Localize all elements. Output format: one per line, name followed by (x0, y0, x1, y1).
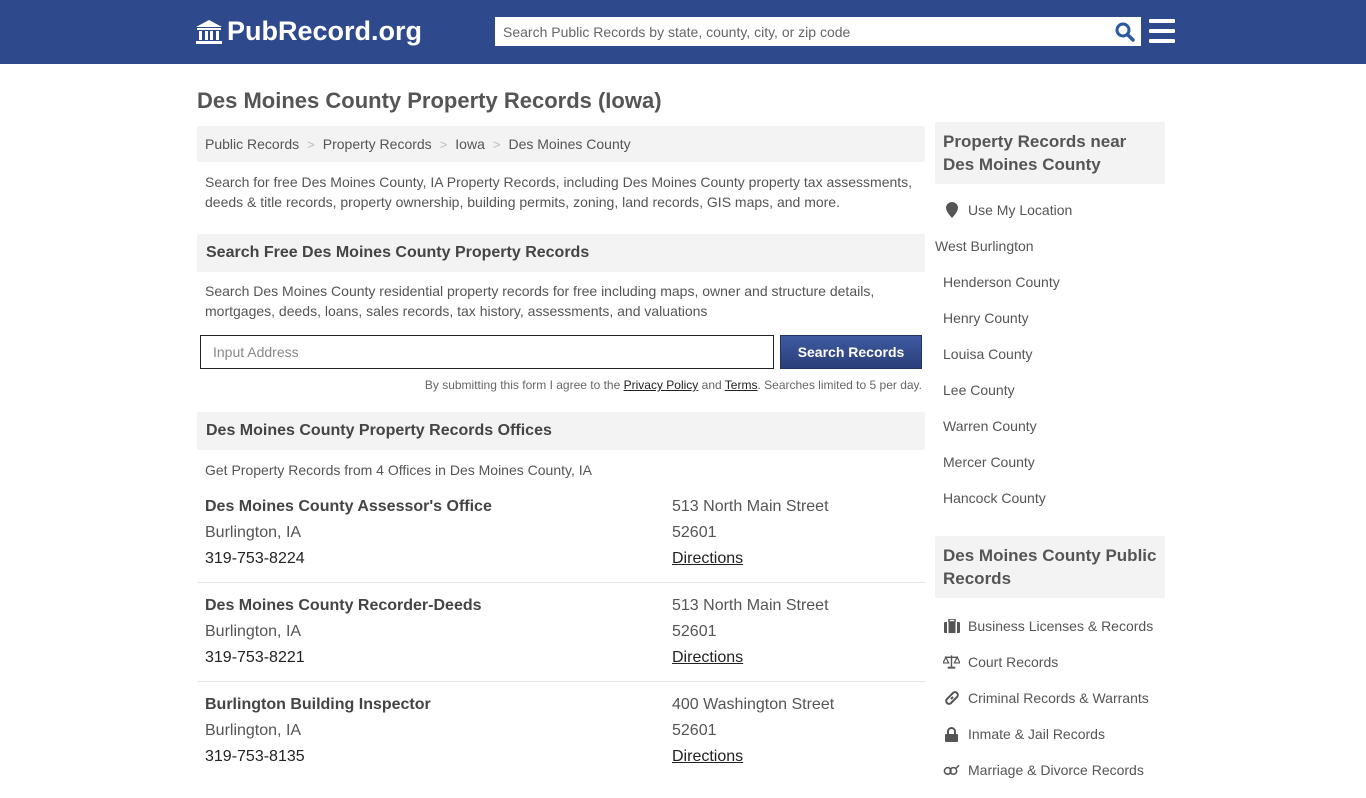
office-zip: 52601 (672, 524, 717, 541)
office-phone[interactable]: 319-753-8221 (205, 645, 672, 671)
nearby-link[interactable]: Henry County (943, 310, 1029, 326)
offices-section-heading: Des Moines County Property Records Offic… (197, 412, 925, 450)
public-record-item[interactable]: Marriage & Divorce Records (943, 752, 1165, 788)
public-records-list: Business Licenses & Records Court Record… (935, 598, 1165, 798)
directions-link[interactable]: Directions (672, 649, 743, 666)
public-record-item[interactable]: Court Records (943, 644, 1165, 680)
form-disclaimer: By submitting this form I agree to the P… (197, 378, 925, 392)
office-city: Burlington, IA (205, 623, 302, 640)
public-record-link[interactable]: Court Records (968, 654, 1058, 670)
office-item: Burlington Building Inspector Burlington… (197, 682, 925, 780)
nearby-item[interactable]: Louisa County (943, 336, 1165, 372)
site-search-input[interactable] (495, 17, 1109, 46)
office-item: Des Moines County Assessor's Office Burl… (197, 484, 925, 583)
intro-text: Search for free Des Moines County, IA Pr… (205, 174, 913, 210)
nearby-item[interactable]: West Burlington (935, 228, 1165, 264)
nearby-link[interactable]: Louisa County (943, 346, 1033, 362)
office-zip: 52601 (672, 623, 717, 640)
breadcrumb-property-records[interactable]: Property Records (323, 136, 432, 152)
public-record-item[interactable]: Criminal Records & Warrants (943, 680, 1165, 716)
site-logo[interactable]: PubRecord.org (195, 16, 422, 47)
office-name: Des Moines County Assessor's Office (205, 498, 492, 515)
main-content: Des Moines County Property Records (Iowa… (197, 64, 925, 780)
privacy-policy-link[interactable]: Privacy Policy (624, 378, 699, 392)
public-record-link[interactable]: Business Licenses & Records (968, 618, 1153, 634)
nearby-item[interactable]: Mercer County (943, 444, 1165, 480)
venus-mars-icon (943, 763, 960, 777)
lock-icon (943, 726, 960, 742)
nearby-list: Use My Location West Burlington Henderso… (935, 184, 1165, 526)
nearby-link[interactable]: Warren County (943, 418, 1037, 434)
search-section-description: Search Des Moines County residential pro… (205, 283, 875, 319)
nearby-item[interactable]: Warren County (943, 408, 1165, 444)
nearby-link[interactable]: Hancock County (943, 490, 1046, 506)
breadcrumb-separator: > (439, 136, 448, 152)
breadcrumb: Public Records > Property Records > Iowa > … (197, 126, 925, 162)
public-records-heading: Des Moines County Public Records (935, 536, 1165, 598)
search-section-heading: Search Free Des Moines County Property R… (197, 234, 925, 272)
offices-subtitle: Get Property Records from 4 Offices in D… (205, 462, 592, 478)
directions-link[interactable]: Directions (672, 550, 743, 567)
logo-text: PubRecord.org (227, 16, 423, 46)
public-record-link[interactable]: Criminal Records & Warrants (968, 690, 1149, 706)
office-phone[interactable]: 319-753-8135 (205, 744, 672, 770)
address-input[interactable] (200, 335, 774, 369)
nearby-item[interactable]: Henry County (943, 300, 1165, 336)
disclaimer-text: By submitting this form I agree to the (424, 378, 624, 392)
office-zip: 52601 (672, 722, 717, 739)
address-search-form: Search Records (197, 335, 925, 369)
office-address: 513 North Main Street (672, 498, 829, 515)
public-record-item[interactable]: Inmate & Jail Records (943, 716, 1165, 752)
briefcase-icon (943, 619, 960, 633)
nearby-link[interactable]: Mercer County (943, 454, 1035, 470)
breadcrumb-public-records[interactable]: Public Records (205, 136, 299, 152)
public-record-link[interactable]: Marriage & Divorce Records (968, 762, 1144, 778)
directions-link[interactable]: Directions (672, 748, 743, 765)
office-phone[interactable]: 319-753-8224 (205, 546, 672, 572)
breadcrumb-current: Des Moines County (508, 136, 631, 152)
nearby-heading: Property Records near Des Moines County (935, 122, 1165, 184)
disclaimer-text: and (698, 378, 725, 392)
nearby-item[interactable]: Lee County (943, 372, 1165, 408)
nearby-item[interactable]: Hancock County (943, 480, 1165, 516)
office-address: 513 North Main Street (672, 597, 829, 614)
office-city: Burlington, IA (205, 722, 302, 739)
office-item: Des Moines County Recorder-Deeds Burling… (197, 583, 925, 682)
search-icon (1115, 22, 1135, 42)
terms-link[interactable]: Terms (725, 378, 758, 392)
office-name: Des Moines County Recorder-Deeds (205, 597, 482, 614)
nearby-item[interactable]: Henderson County (943, 264, 1165, 300)
use-my-location-item[interactable]: Use My Location (943, 192, 1165, 228)
public-record-link[interactable]: Inmate & Jail Records (968, 726, 1105, 742)
disclaimer-text: . Searches limited to 5 per day. (757, 378, 922, 392)
breadcrumb-separator: > (307, 136, 315, 152)
page-title: Des Moines County Property Records (Iowa… (197, 88, 662, 113)
map-marker-icon (943, 202, 960, 218)
site-search (495, 17, 1141, 46)
top-navbar: PubRecord.org (0, 0, 1366, 64)
public-record-item[interactable]: Business Licenses & Records (943, 608, 1165, 644)
link-icon (943, 690, 960, 706)
sidebar: Property Records near Des Moines County … (935, 122, 1165, 798)
breadcrumb-iowa[interactable]: Iowa (455, 136, 485, 152)
search-button[interactable] (1109, 17, 1141, 46)
nearby-link[interactable]: West Burlington (935, 238, 1034, 254)
hamburger-menu-icon[interactable] (1149, 19, 1175, 43)
courthouse-icon (196, 19, 222, 44)
scales-icon (943, 655, 960, 669)
office-city: Burlington, IA (205, 524, 302, 541)
office-address: 400 Washington Street (672, 696, 835, 713)
nearby-link[interactable]: Lee County (943, 382, 1015, 398)
use-my-location-link[interactable]: Use My Location (968, 202, 1072, 218)
office-name: Burlington Building Inspector (205, 696, 431, 713)
search-records-button[interactable]: Search Records (780, 335, 922, 369)
breadcrumb-separator: > (492, 136, 501, 152)
nearby-link[interactable]: Henderson County (943, 274, 1060, 290)
